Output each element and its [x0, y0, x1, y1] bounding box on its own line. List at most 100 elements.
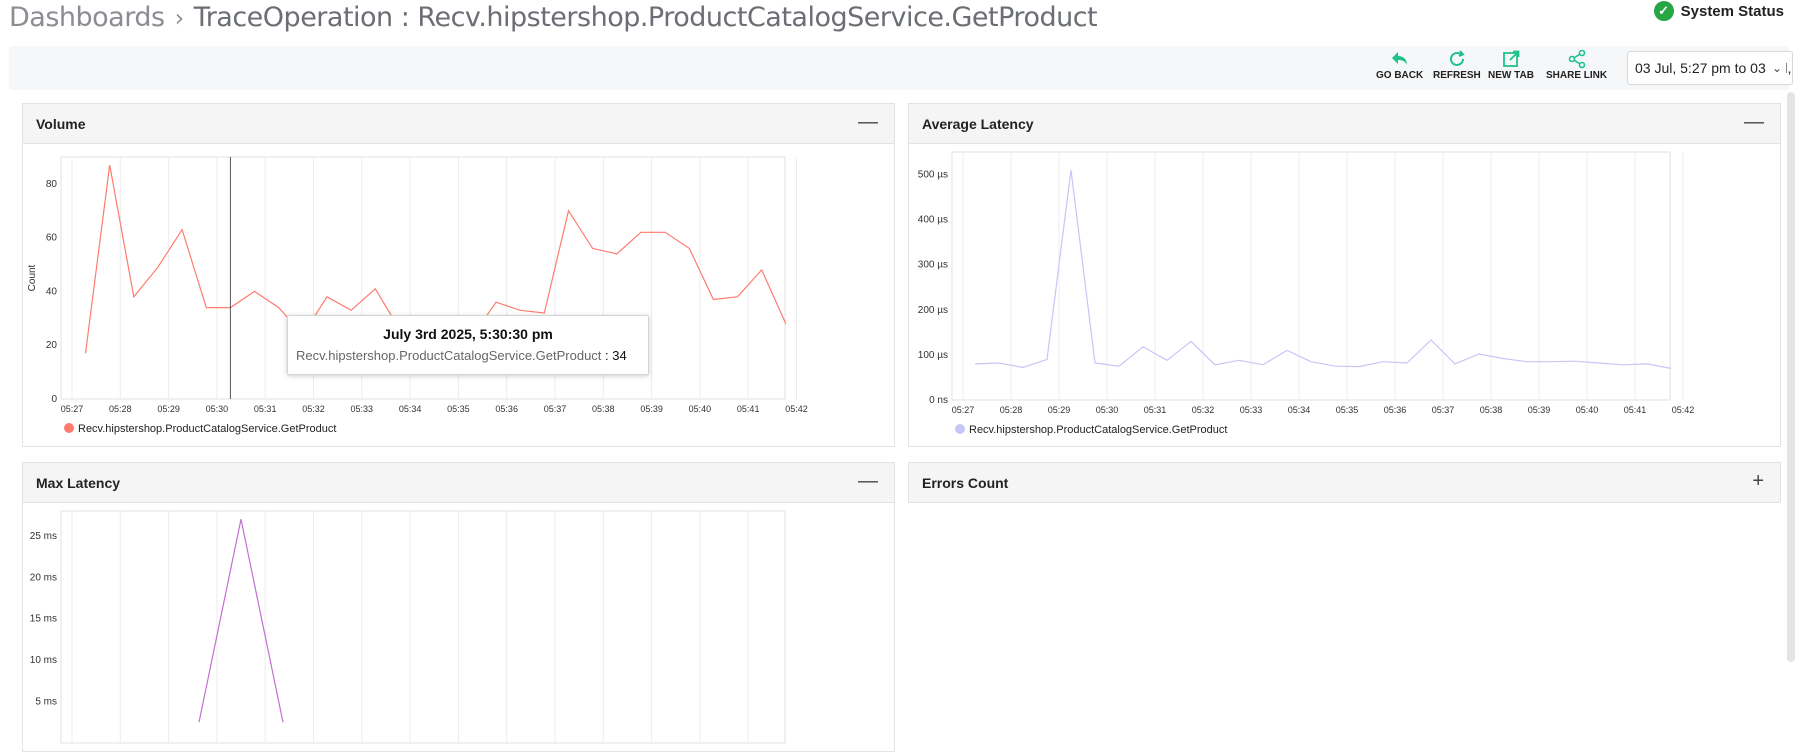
x-tick-label: 05:33 [1240, 405, 1263, 415]
system-status[interactable]: ✓ System Status [1653, 1, 1784, 21]
y-tick-label: 100 µs [918, 350, 948, 361]
errors-count-panel-title: Errors Count [922, 475, 1009, 491]
max-latency-chart[interactable]: 5 ms 10 ms 15 ms 20 ms 25 ms [23, 504, 894, 744]
average-latency-panel-title: Average Latency [922, 116, 1034, 132]
max-latency-panel: Max Latency — 5 ms 10 ms 15 ms 20 ms 25 ms [22, 462, 895, 752]
x-tick-label: 05:41 [1624, 405, 1647, 415]
volume-panel-header: Volume — [23, 104, 894, 144]
x-tick-label: 05:41 [737, 404, 760, 414]
y-tick-label: 10 ms [30, 655, 57, 666]
tooltip-value: : 34 [605, 348, 627, 363]
x-tick-label: 05:35 [1336, 405, 1359, 415]
expand-icon[interactable]: + [1752, 471, 1764, 491]
max-latency-panel-title: Max Latency [36, 475, 121, 491]
x-tick-label: 05:40 [689, 404, 712, 414]
x-tick-label: 05:36 [1384, 405, 1407, 415]
tooltip-title: July 3rd 2025, 5:30:30 pm [383, 326, 553, 342]
reply-arrow-icon [1391, 52, 1407, 65]
share-link-button[interactable]: SHARE LINK [1546, 48, 1607, 81]
chart-tooltip: July 3rd 2025, 5:30:30 pm Recv.hipstersh… [287, 315, 649, 375]
x-tick-label: 05:39 [1528, 405, 1551, 415]
average-latency-panel: Average Latency — 05:27 05:28 05:29 05:30 05… [908, 103, 1781, 447]
x-tick-label: 05:38 [592, 404, 615, 414]
x-tick-label: 05:27 [952, 405, 975, 415]
x-tick-label: 05:30 [1096, 405, 1119, 415]
x-tick-label: 05:29 [1048, 405, 1071, 415]
y-tick-label: 80 [46, 179, 58, 190]
x-tick-label: 05:39 [640, 404, 663, 414]
date-range-picker[interactable]: 03 Jul, 5:27 pm to 03 Jul, 5:42 pm ⌄ [1627, 51, 1793, 85]
tooltip-series: Recv.hipstershop.ProductCatalogService.G… [296, 348, 602, 363]
x-tick-label: 05:28 [1000, 405, 1023, 415]
chevron-down-icon: ⌄ [1768, 52, 1786, 84]
x-tick-label: 05:40 [1576, 405, 1599, 415]
x-tick-label: 05:37 [1432, 405, 1455, 415]
y-tick-label: 5 ms [35, 697, 57, 708]
y-tick-label: 300 µs [918, 260, 948, 271]
system-status-label: System Status [1680, 2, 1784, 20]
y-tick-label: 0 [51, 394, 57, 405]
refresh-icon [1449, 50, 1465, 66]
y-tick-label: 25 ms [30, 531, 57, 542]
check-circle-icon: ✓ [1653, 1, 1674, 21]
x-tick-label: 05:42 [1672, 405, 1695, 415]
new-tab-label: NEW TAB [1488, 70, 1534, 81]
errors-count-panel-header: Errors Count + [909, 463, 1780, 503]
new-tab-button[interactable]: NEW TAB [1488, 48, 1534, 81]
average-latency-panel-header: Average Latency — [909, 104, 1780, 144]
x-tick-label: 05:34 [399, 404, 422, 414]
max-latency-panel-header: Max Latency — [23, 463, 894, 503]
y-tick-label: 20 ms [30, 572, 57, 583]
breadcrumb-dashboards-link[interactable]: Dashboards [9, 2, 165, 33]
legend-swatch [64, 423, 74, 433]
x-tick-label: 05:32 [1192, 405, 1215, 415]
y-tick-label: 0 ns [929, 395, 948, 406]
y-tick-label: 60 [46, 233, 58, 244]
average-latency-chart[interactable]: 05:27 05:28 05:29 05:30 05:31 05:32 05:33 05:34… [909, 145, 1780, 447]
collapse-icon[interactable]: — [858, 112, 878, 132]
x-tick-label: 05:27 [61, 404, 84, 414]
x-tick-label: 05:42 [785, 404, 808, 414]
refresh-button[interactable]: REFRESH [1433, 48, 1481, 81]
x-tick-label: 05:35 [447, 404, 470, 414]
x-tick-label: 05:31 [254, 404, 277, 414]
external-link-icon [1503, 50, 1520, 67]
errors-count-panel: Errors Count + [908, 462, 1781, 503]
tooltip-row: Recv.hipstershop.ProductCatalogService.G… [288, 348, 648, 363]
top-bar: Dashboards › TraceOperation : Recv.hipster… [0, 0, 1798, 40]
page-title: TraceOperation : Recv.hipstershop.Produc… [193, 2, 1098, 33]
x-tick-label: 05:34 [1288, 405, 1311, 415]
x-tick-label: 05:38 [1480, 405, 1503, 415]
go-back-label: GO BACK [1376, 70, 1424, 81]
vertical-scrollbar[interactable] [1787, 92, 1795, 662]
dashboard-toolbar: GO BACK REFRESH NEW TAB SHARE LINK 03 Ju… [9, 46, 1793, 90]
x-tick-label: 05:32 [302, 404, 325, 414]
x-tick-label: 05:29 [157, 404, 180, 414]
share-link-label: SHARE LINK [1546, 70, 1608, 81]
volume-chart[interactable]: 05:27 05:28 05:29 05:30 05:31 05:32 05:33 05:34… [23, 145, 894, 447]
volume-panel: Volume — 05:27 05:28 05:29 05:30 05:31 05:32 0… [22, 103, 895, 447]
y-tick-label: 400 µs [918, 215, 948, 226]
breadcrumb: Dashboards › TraceOperation : Recv.hipster… [9, 2, 1098, 33]
collapse-icon[interactable]: — [1744, 112, 1764, 132]
x-tick-label: 05:30 [206, 404, 229, 414]
plot-area [60, 510, 786, 744]
legend-swatch [955, 424, 965, 434]
x-tick-label: 05:31 [1144, 405, 1167, 415]
breadcrumb-separator: › [174, 4, 185, 32]
x-tick-label: 05:36 [495, 404, 518, 414]
y-tick-label: 500 µs [918, 170, 948, 181]
x-tick-label: 05:28 [109, 404, 132, 414]
share-icon [1568, 49, 1585, 69]
legend-label: Recv.hipstershop.ProductCatalogService.G… [969, 424, 1227, 436]
legend-label: Recv.hipstershop.ProductCatalogService.G… [78, 423, 336, 435]
collapse-icon[interactable]: — [858, 471, 878, 491]
x-tick-label: 05:37 [544, 404, 567, 414]
go-back-button[interactable]: GO BACK [1376, 48, 1423, 81]
y-tick-label: 20 [46, 340, 58, 351]
y-tick-label: 15 ms [30, 614, 57, 625]
x-tick-label: 05:33 [351, 404, 374, 414]
plot-area [951, 151, 1671, 401]
y-tick-label: 200 µs [918, 305, 948, 316]
refresh-label: REFRESH [1433, 70, 1481, 81]
